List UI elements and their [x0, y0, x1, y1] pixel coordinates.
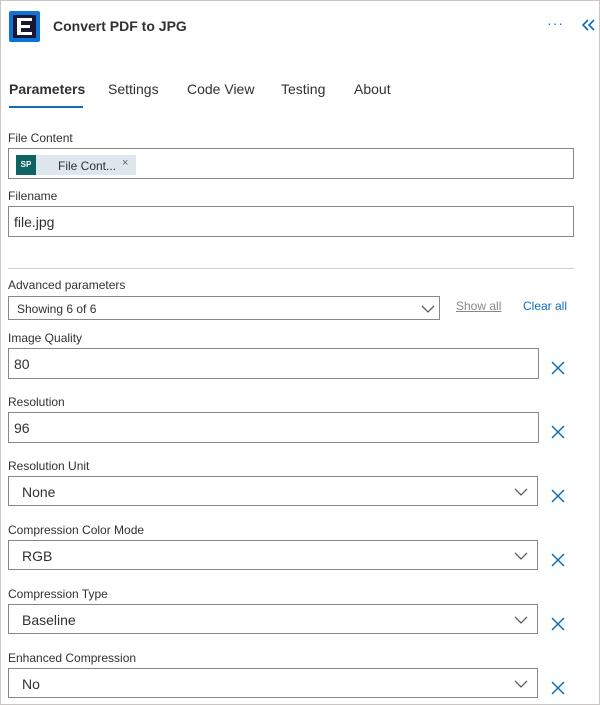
- chevron-down-icon: [514, 488, 528, 496]
- image-quality-input[interactable]: 80: [8, 348, 539, 379]
- remove-resolution-unit-icon[interactable]: [550, 488, 566, 504]
- advanced-parameters-value: Showing 6 of 6: [17, 302, 97, 316]
- sharepoint-icon: SP: [16, 155, 36, 175]
- filename-label: Filename: [8, 189, 58, 203]
- tab-testing[interactable]: Testing: [281, 81, 325, 97]
- remove-compression-color-mode-icon[interactable]: [550, 552, 566, 568]
- chevron-down-icon: [514, 680, 528, 688]
- resolution-unit-dropdown[interactable]: None: [8, 476, 538, 506]
- clear-all-link[interactable]: Clear all: [523, 299, 567, 313]
- compression-color-mode-value: RGB: [22, 548, 53, 564]
- filename-input[interactable]: file.jpg: [8, 206, 574, 237]
- section-divider: [8, 268, 574, 269]
- advanced-parameters-select[interactable]: Showing 6 of 6: [8, 296, 440, 320]
- chevron-down-icon: [421, 305, 435, 313]
- panel-frame: Convert PDF to JPG ··· Parameters Settin…: [0, 0, 600, 705]
- resolution-unit-value: None: [22, 484, 56, 500]
- image-quality-label: Image Quality: [8, 331, 83, 345]
- tab-code-view[interactable]: Code View: [187, 81, 254, 97]
- filename-value: file.jpg: [14, 214, 55, 230]
- compression-color-mode-label: Compression Color Mode: [8, 523, 145, 537]
- tab-parameters[interactable]: Parameters: [9, 81, 85, 97]
- app-logo-icon: [9, 11, 40, 42]
- show-all-link[interactable]: Show all: [456, 299, 501, 313]
- token-label: File Cont...: [58, 159, 117, 173]
- advanced-parameters-label: Advanced parameters: [8, 278, 126, 292]
- dynamic-content-token[interactable]: SP File Cont... ×: [16, 155, 136, 175]
- resolution-value: 96: [14, 420, 30, 436]
- enhanced-compression-label: Enhanced Compression: [8, 651, 137, 665]
- tab-about[interactable]: About: [354, 81, 391, 97]
- page-title: Convert PDF to JPG: [53, 18, 187, 34]
- remove-enhanced-compression-icon[interactable]: [550, 680, 566, 696]
- resolution-unit-label: Resolution Unit: [8, 459, 90, 473]
- remove-resolution-icon[interactable]: [550, 424, 566, 440]
- more-icon[interactable]: ···: [547, 15, 564, 31]
- image-quality-value: 80: [14, 356, 30, 372]
- double-chevron-left-icon[interactable]: [581, 15, 597, 35]
- compression-type-dropdown[interactable]: Baseline: [8, 604, 538, 634]
- chevron-down-icon: [514, 616, 528, 624]
- tab-settings[interactable]: Settings: [108, 81, 159, 97]
- resolution-input[interactable]: 96: [8, 412, 539, 443]
- remove-token-icon[interactable]: ×: [122, 157, 128, 169]
- resolution-label: Resolution: [8, 395, 65, 409]
- compression-type-value: Baseline: [22, 612, 76, 628]
- compression-color-mode-dropdown[interactable]: RGB: [8, 540, 538, 570]
- enhanced-compression-value: No: [22, 676, 40, 692]
- file-content-field[interactable]: SP File Cont... ×: [8, 148, 574, 179]
- enhanced-compression-dropdown[interactable]: No: [8, 668, 538, 698]
- file-content-label: File Content: [8, 131, 73, 145]
- active-tab-indicator: [9, 106, 83, 108]
- compression-type-label: Compression Type: [8, 587, 108, 601]
- chevron-down-icon: [514, 552, 528, 560]
- remove-image-quality-icon[interactable]: [550, 360, 566, 376]
- remove-compression-type-icon[interactable]: [550, 616, 566, 632]
